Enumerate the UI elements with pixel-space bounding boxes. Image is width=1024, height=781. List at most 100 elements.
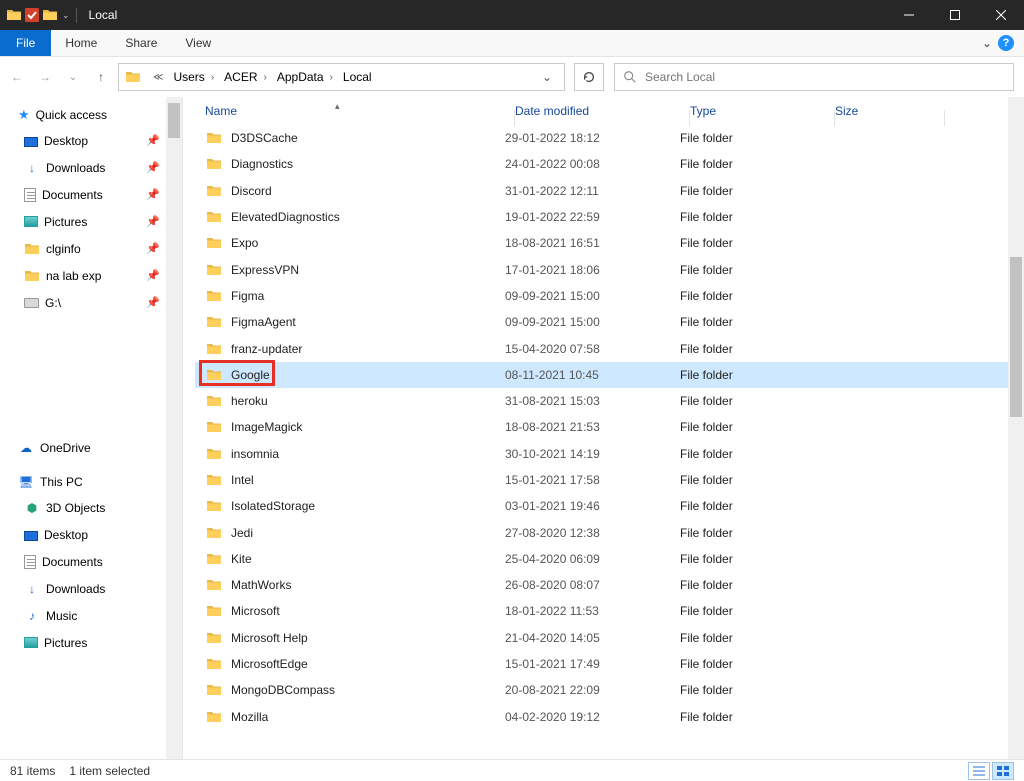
- file-row[interactable]: insomnia30-10-2021 14:19File folder: [195, 441, 1024, 467]
- desktop-icon: [24, 531, 38, 541]
- file-date: 18-01-2022 11:53: [505, 604, 680, 618]
- ribbon-tab-view[interactable]: View: [171, 30, 225, 56]
- crumb-local[interactable]: Local: [341, 70, 374, 84]
- file-row[interactable]: Microsoft Help21-04-2020 14:05File folde…: [195, 625, 1024, 651]
- file-row[interactable]: ImageMagick18-08-2021 21:53File folder: [195, 414, 1024, 440]
- file-type: File folder: [680, 683, 825, 697]
- content-scrollbar-thumb[interactable]: [1010, 257, 1022, 417]
- refresh-button[interactable]: [574, 63, 604, 91]
- address-dropdown-icon[interactable]: ⌄: [536, 70, 558, 84]
- nav-recent-dropdown[interactable]: ⌄: [66, 70, 80, 84]
- sidebar-item[interactable]: Desktop: [14, 521, 182, 548]
- sidebar-item[interactable]: Desktop📌: [14, 127, 182, 154]
- sidebar-item[interactable]: ↓Downloads📌: [14, 154, 182, 181]
- sidebar-item[interactable]: ↓Downloads: [14, 575, 182, 602]
- view-details-button[interactable]: [968, 762, 990, 780]
- file-row[interactable]: Kite25-04-2020 06:09File folder: [195, 546, 1024, 572]
- search-input[interactable]: [645, 70, 1005, 84]
- file-date: 15-01-2021 17:58: [505, 473, 680, 487]
- sidebar-item[interactable]: ⬢3D Objects: [14, 494, 182, 521]
- file-date: 17-01-2021 18:06: [505, 263, 680, 277]
- crumb-appdata[interactable]: AppData›: [275, 70, 339, 84]
- qat-properties-icon[interactable]: [24, 7, 40, 23]
- file-row[interactable]: Expo18-08-2021 16:51File folder: [195, 230, 1024, 256]
- sidebar-item[interactable]: Documents📌: [14, 181, 182, 208]
- file-type: File folder: [680, 526, 825, 540]
- file-name: MicrosoftEdge: [231, 657, 308, 671]
- qat-newfolder-icon[interactable]: [42, 7, 58, 23]
- window-minimize-button[interactable]: [886, 0, 932, 30]
- file-row[interactable]: franz-updater15-04-2020 07:58File folder: [195, 335, 1024, 361]
- documents-icon: [24, 555, 36, 569]
- file-row[interactable]: Mozilla04-02-2020 19:12File folder: [195, 704, 1024, 730]
- ribbon-collapse-icon[interactable]: ⌄: [982, 36, 992, 50]
- file-row[interactable]: FigmaAgent09-09-2021 15:00File folder: [195, 309, 1024, 335]
- sidebar-item[interactable]: Pictures📌: [14, 208, 182, 235]
- qat-dropdown-icon[interactable]: ⌄: [62, 10, 70, 21]
- help-icon[interactable]: ?: [998, 35, 1014, 51]
- qat-folder-icon[interactable]: [6, 7, 22, 23]
- file-row[interactable]: Google08-11-2021 10:45File folder: [195, 362, 1024, 388]
- folder-icon: [205, 630, 223, 646]
- file-row[interactable]: Diagnostics24-01-2022 00:08File folder: [195, 151, 1024, 177]
- column-name[interactable]: Name▴: [205, 104, 515, 118]
- sidebar-item[interactable]: ♪Music: [14, 602, 182, 629]
- file-row[interactable]: Microsoft18-01-2022 11:53File folder: [195, 598, 1024, 624]
- view-large-icons-button[interactable]: [992, 762, 1014, 780]
- pictures-icon: [24, 216, 38, 227]
- nav-forward-button[interactable]: →: [38, 70, 52, 84]
- sidebar-scrollbar-thumb[interactable]: [168, 103, 180, 138]
- file-row[interactable]: Figma09-09-2021 15:00File folder: [195, 283, 1024, 309]
- sidebar-this-pc[interactable]: 🖥 This PC: [14, 472, 182, 494]
- file-type: File folder: [680, 157, 825, 171]
- file-date: 09-09-2021 15:00: [505, 315, 680, 329]
- file-date: 18-08-2021 16:51: [505, 236, 680, 250]
- file-row[interactable]: Jedi27-08-2020 12:38File folder: [195, 519, 1024, 545]
- window-title: Local: [89, 8, 118, 22]
- pin-icon: 📌: [146, 296, 160, 309]
- file-date: 09-09-2021 15:00: [505, 289, 680, 303]
- sidebar-item[interactable]: Documents: [14, 548, 182, 575]
- crumb-users[interactable]: Users›: [171, 70, 220, 84]
- sidebar-item[interactable]: clginfo📌: [14, 235, 182, 262]
- ribbon-file-tab[interactable]: File: [0, 30, 51, 56]
- file-row[interactable]: heroku31-08-2021 15:03File folder: [195, 388, 1024, 414]
- ribbon-tab-share[interactable]: Share: [111, 30, 171, 56]
- file-row[interactable]: MicrosoftEdge15-01-2021 17:49File folder: [195, 651, 1024, 677]
- window-close-button[interactable]: [978, 0, 1024, 30]
- file-date: 31-01-2022 12:11: [505, 184, 680, 198]
- file-type: File folder: [680, 394, 825, 408]
- column-type[interactable]: Type: [690, 104, 835, 118]
- nav-up-button[interactable]: ↑: [94, 70, 108, 84]
- sidebar-item[interactable]: G:\📌: [14, 289, 182, 316]
- sidebar-item[interactable]: na lab exp📌: [14, 262, 182, 289]
- crumb-acer[interactable]: ACER›: [222, 70, 273, 84]
- column-size[interactable]: Size: [835, 104, 945, 118]
- file-row[interactable]: Discord31-01-2022 12:11File folder: [195, 178, 1024, 204]
- content-scrollbar[interactable]: [1008, 97, 1024, 759]
- chevron-right-icon[interactable]: ›: [260, 72, 271, 83]
- nav-back-button[interactable]: ←: [10, 70, 24, 84]
- file-row[interactable]: D3DSCache29-01-2022 18:12File folder: [195, 125, 1024, 151]
- pin-icon: 📌: [146, 269, 160, 282]
- file-row[interactable]: ExpressVPN17-01-2021 18:06File folder: [195, 256, 1024, 282]
- sidebar-scrollbar[interactable]: [166, 97, 182, 759]
- sidebar-item[interactable]: Pictures: [14, 629, 182, 656]
- chevron-right-icon[interactable]: ›: [326, 72, 337, 83]
- sidebar-onedrive[interactable]: ☁ OneDrive: [14, 438, 182, 460]
- file-row[interactable]: MongoDBCompass20-08-2021 22:09File folde…: [195, 677, 1024, 703]
- chevron-right-icon[interactable]: ≪: [149, 72, 167, 83]
- breadcrumb-bar[interactable]: ≪ Users› ACER› AppData› Local ⌄: [118, 63, 565, 91]
- window-maximize-button[interactable]: [932, 0, 978, 30]
- pin-icon: 📌: [146, 242, 160, 255]
- file-row[interactable]: ElevatedDiagnostics19-01-2022 22:59File …: [195, 204, 1024, 230]
- file-row[interactable]: Intel15-01-2021 17:58File folder: [195, 467, 1024, 493]
- ribbon-tab-home[interactable]: Home: [51, 30, 111, 56]
- chevron-right-icon[interactable]: ›: [207, 72, 218, 83]
- file-row[interactable]: MathWorks26-08-2020 08:07File folder: [195, 572, 1024, 598]
- sidebar-quick-access[interactable]: ★ Quick access: [14, 105, 182, 127]
- folder-icon: [205, 682, 223, 698]
- column-date[interactable]: Date modified: [515, 104, 690, 118]
- search-box[interactable]: [614, 63, 1014, 91]
- file-row[interactable]: IsolatedStorage03-01-2021 19:46File fold…: [195, 493, 1024, 519]
